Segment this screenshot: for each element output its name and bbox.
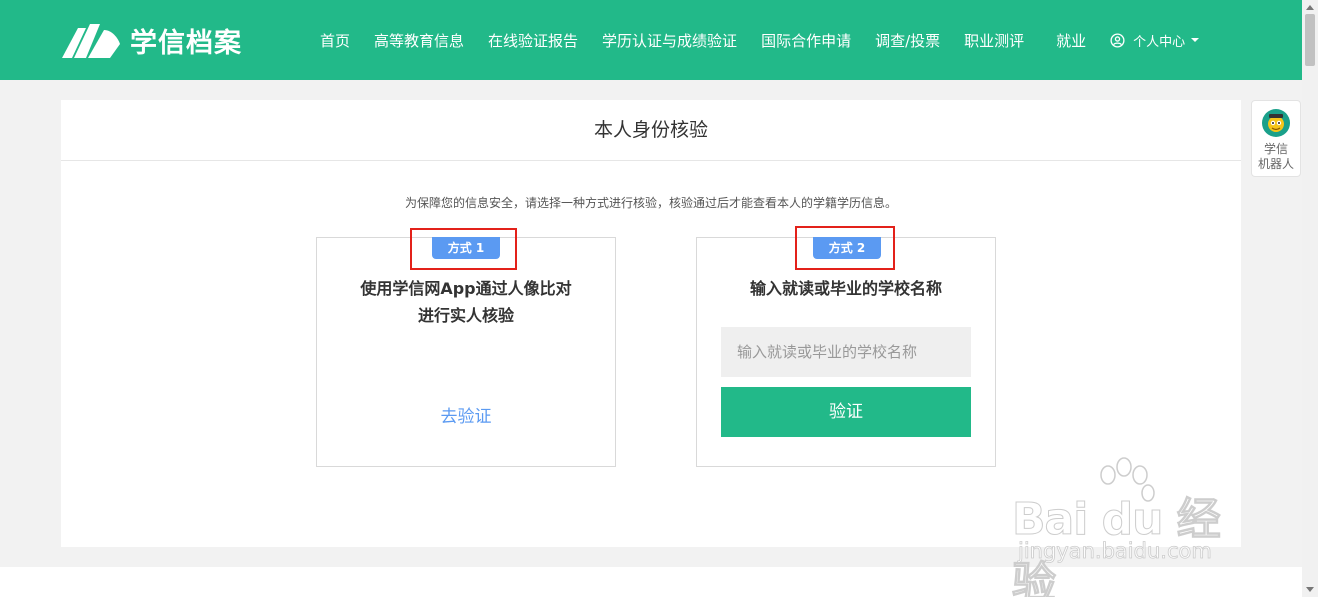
chevron-down-icon <box>1191 38 1200 42</box>
nav-home[interactable]: 首页 <box>320 30 350 51</box>
top-header: 学信档案 首页 高等教育信息 在线验证报告 学历认证与成绩验证 国际合作申请 调… <box>0 0 1302 80</box>
option-1-title-line1: 使用学信网App通过人像比对 <box>360 279 572 298</box>
nav-degree-certification[interactable]: 学历认证与成绩验证 <box>602 30 737 51</box>
robot-label-line2: 机器人 <box>1257 157 1294 171</box>
page-title: 本人身份核验 <box>61 100 1241 161</box>
go-verify-link[interactable]: 去验证 <box>317 402 615 427</box>
robot-label-line1: 学信 <box>1263 142 1288 156</box>
main-nav: 首页 高等教育信息 在线验证报告 学历认证与成绩验证 国际合作申请 调查/投票 … <box>320 0 1200 80</box>
vertical-scrollbar[interactable] <box>1302 0 1318 597</box>
option-1-badge: 方式 1 <box>432 237 500 259</box>
logo-text: 学信档案 <box>130 27 242 59</box>
baidu-watermark: Bai du 经验 jingyan.baidu.com <box>1008 455 1253 597</box>
verification-option-1: 方式 1 使用学信网App通过人像比对 进行实人核验 去验证 <box>316 228 616 467</box>
logo-book-icon <box>62 24 120 58</box>
nav-higher-education[interactable]: 高等教育信息 <box>374 30 464 51</box>
verification-option-2: 方式 2 输入就读或毕业的学校名称 验证 <box>696 226 996 467</box>
user-circle-icon <box>1110 32 1125 48</box>
site-logo[interactable]: 学信档案 <box>60 20 242 60</box>
nav-employment[interactable]: 就业 <box>1056 30 1086 51</box>
scroll-up-arrow-icon[interactable] <box>1306 5 1314 10</box>
nav-online-verification-report[interactable]: 在线验证报告 <box>488 30 578 51</box>
watermark-url: jingyan.baidu.com <box>1018 539 1213 564</box>
chat-robot-widget[interactable]: 学信 机器人 <box>1251 100 1301 177</box>
verify-button[interactable]: 验证 <box>721 387 971 437</box>
option-2-title: 输入就读或毕业的学校名称 <box>749 279 942 298</box>
option-1-title-line2: 进行实人核验 <box>417 306 514 325</box>
scroll-down-arrow-icon[interactable] <box>1306 587 1314 592</box>
user-center-label: 个人中心 <box>1133 34 1186 50</box>
scroll-thumb[interactable] <box>1305 14 1315 66</box>
option-2-badge: 方式 2 <box>813 237 881 259</box>
option-1-title: 使用学信网App通过人像比对 进行实人核验 <box>317 275 615 329</box>
robot-avatar-icon <box>1262 109 1290 137</box>
user-center-menu[interactable]: 个人中心 <box>1110 31 1200 50</box>
intro-text: 为保障您的信息安全，请选择一种方式进行核验，核验通过后才能查看本人的学籍学历信息… <box>404 196 897 210</box>
school-name-input[interactable] <box>721 327 971 377</box>
nav-career-assessment[interactable]: 职业测评 <box>964 30 1024 51</box>
nav-survey-vote[interactable]: 调查/投票 <box>875 30 940 51</box>
nav-international-cooperation[interactable]: 国际合作申请 <box>761 30 851 51</box>
